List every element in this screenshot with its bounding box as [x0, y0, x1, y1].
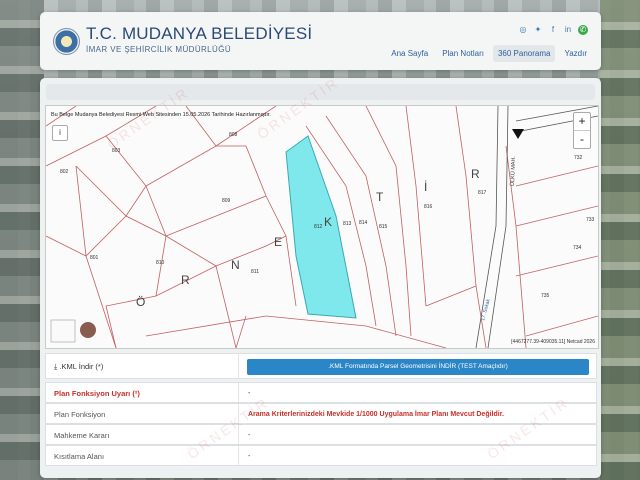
row-divider — [238, 446, 239, 465]
site-title[interactable]: T.C. MUDANYA BELEDİYESİ — [86, 24, 312, 44]
row-divider — [238, 383, 239, 402]
big-label: R — [471, 167, 480, 181]
plan-fonksiyon-uyari-value: - — [248, 390, 251, 397]
whatsapp-icon[interactable]: ✆ — [578, 25, 588, 35]
parcel-label: 810 — [156, 260, 165, 266]
twitter-icon[interactable]: ✦ — [533, 25, 543, 35]
main-nav: Ana Sayfa Plan Notları 360 Panorama Yazd… — [386, 45, 592, 62]
big-label: E — [274, 235, 282, 249]
street-label: 17. Sokak — [480, 298, 492, 322]
parcel-label: 808 — [229, 132, 238, 138]
nav-plan-notlari[interactable]: Plan Notları — [437, 45, 489, 62]
street-view-thumb-avatar — [80, 322, 96, 338]
parcel-label: 814 — [359, 220, 368, 226]
mahkeme-karari-label: Mahkeme Kararı — [54, 431, 110, 440]
big-label: R — [181, 273, 190, 287]
nav-yazdir[interactable]: Yazdır — [559, 45, 592, 62]
zoom-controls: + - — [573, 112, 591, 149]
parcel-label: 816 — [424, 204, 433, 210]
kisitlama-alani-value: - — [248, 453, 251, 460]
street-view-thumb — [50, 319, 76, 343]
parcel-map-canvas[interactable]: Ö R N E K T İ R 803 808 802 809 801 810 … — [46, 106, 598, 348]
instagram-icon[interactable]: ◎ — [518, 25, 528, 35]
plan-fonksiyon-uyari-row: Plan Fonksiyon Uyarı (²) - — [45, 382, 597, 403]
plan-fonksiyon-value: Arama Kriterlerinizdeki Mevkide 1/1000 U… — [248, 411, 504, 418]
nav-360-panorama[interactable]: 360 Panorama — [492, 45, 556, 62]
kisitlama-alani-row: Kısıtlama Alanı - — [45, 445, 597, 466]
parcel-label: 817 — [478, 190, 487, 196]
plan-fonksiyon-uyari-label: Plan Fonksiyon Uyarı (²) — [54, 389, 140, 398]
facebook-icon[interactable]: f — [548, 25, 558, 35]
row-divider — [238, 354, 239, 378]
parcel-label: 811 — [251, 269, 259, 275]
zoom-out-button[interactable]: - — [574, 130, 590, 148]
big-label: N — [231, 258, 240, 272]
social-links: ◎ ✦ f in ✆ — [518, 25, 588, 35]
parcel-label: 813 — [343, 221, 352, 227]
background-left-buildings — [0, 0, 44, 480]
site-subtitle: İMAR VE ŞEHİRCİLİK MÜDÜRLÜĞÜ — [86, 45, 231, 54]
site-header: T.C. MUDANYA BELEDİYESİ İMAR VE ŞEHİRCİL… — [40, 12, 601, 70]
parcel-label: 801 — [90, 255, 99, 261]
north-arrow — [512, 129, 524, 139]
linkedin-icon[interactable]: in — [563, 25, 573, 35]
parcel-label: 812 — [314, 224, 323, 230]
mahkeme-karari-value: - — [248, 432, 251, 439]
kml-download-button[interactable]: .KML Formatında Parsel Geometrisini İNDİ… — [247, 359, 589, 375]
big-label: K — [324, 215, 332, 229]
map-coordinates: [4467277.39-409035.11] Netcad 2026 — [511, 339, 595, 345]
plan-fonksiyon-label: Plan Fonksiyon — [54, 410, 106, 419]
parcel-label: 732 — [574, 155, 583, 161]
kisitlama-alani-label: Kısıtlama Alanı — [54, 452, 105, 461]
parcel-label: 815 — [379, 224, 388, 230]
street-label: ÜLKÜ MAH. — [509, 155, 517, 186]
kml-label-text: .KML İndir (*) — [59, 362, 104, 371]
nav-ana-sayfa[interactable]: Ana Sayfa — [386, 45, 433, 62]
big-label: İ — [424, 180, 427, 194]
parcel-label: 809 — [222, 198, 231, 204]
plan-fonksiyon-row: Plan Fonksiyon Arama Kriterlerinizdeki M… — [45, 403, 597, 424]
municipality-logo[interactable] — [53, 28, 80, 55]
big-label: Ö — [136, 295, 145, 309]
big-label: T — [376, 190, 384, 204]
kml-row: ⤓ .KML İndir (*) .KML Formatında Parsel … — [45, 353, 597, 379]
parcel-label: 734 — [573, 245, 582, 251]
download-icon: ⤓ — [54, 362, 58, 371]
zoom-in-button[interactable]: + — [574, 113, 590, 130]
map-info-button[interactable]: i — [52, 125, 68, 141]
background-right-houses — [600, 0, 640, 480]
parcel-label: 735 — [541, 293, 550, 299]
kml-label: ⤓ .KML İndir (*) — [54, 362, 103, 372]
parcel-label: 733 — [586, 217, 595, 223]
parcel-label: 802 — [60, 169, 69, 175]
